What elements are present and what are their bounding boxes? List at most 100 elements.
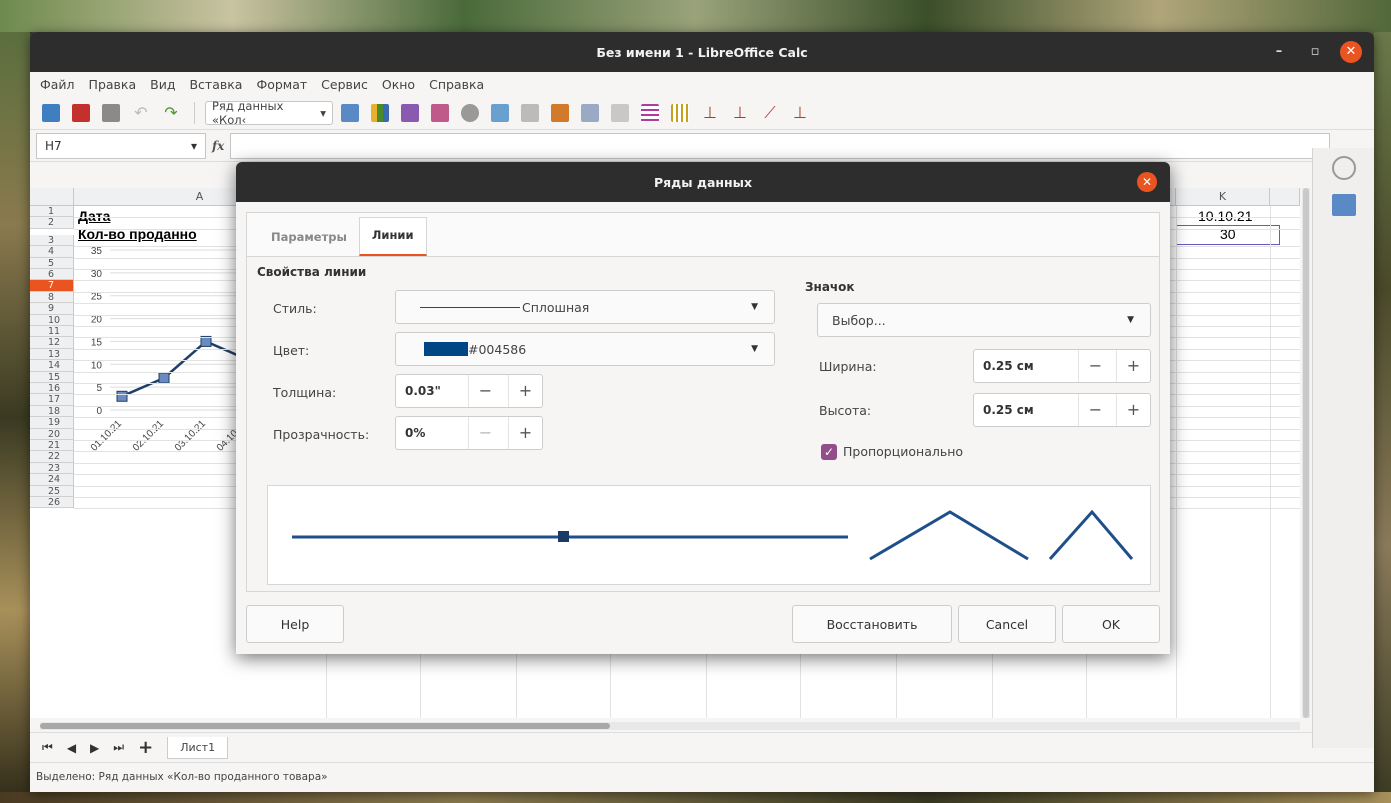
tab-options[interactable]: Параметры — [259, 220, 359, 256]
all-axes-icon[interactable]: ⊥ — [787, 100, 813, 126]
row-header[interactable]: 7 — [30, 280, 74, 292]
save-icon[interactable] — [38, 100, 64, 126]
menu-view[interactable]: Вид — [150, 77, 175, 92]
column-header-l[interactable] — [1270, 188, 1300, 206]
row-header[interactable]: 17 — [30, 394, 74, 406]
row-header[interactable]: 9 — [30, 303, 74, 315]
row-header[interactable]: 12 — [30, 337, 74, 349]
help-button[interactable]: Help — [246, 605, 344, 643]
sheet-tab[interactable]: Лист1 — [167, 736, 229, 759]
transparency-increment[interactable]: + — [508, 417, 542, 449]
menu-window[interactable]: Окно — [382, 77, 415, 92]
proportional-label[interactable]: Пропорционально — [843, 444, 963, 459]
dialog-titlebar[interactable]: Ряды данных ✕ — [236, 162, 1170, 202]
line-width-increment[interactable]: + — [508, 375, 542, 407]
ok-button[interactable]: OK — [1062, 605, 1160, 643]
z-axis-icon[interactable]: ⟋ — [757, 100, 783, 126]
icon-width-increment[interactable]: + — [1116, 350, 1150, 382]
row-header[interactable]: 6 — [30, 269, 74, 281]
transparency-value[interactable]: 0% — [396, 426, 425, 440]
row-header[interactable]: 8 — [30, 291, 74, 304]
cell-a1[interactable]: Дата — [78, 208, 110, 224]
row-header[interactable]: 11 — [30, 326, 74, 338]
data-point[interactable] — [158, 372, 170, 384]
line-width-decrement[interactable]: − — [468, 375, 502, 407]
x-axis-icon[interactable]: ⊥ — [697, 100, 723, 126]
icon-select-dropdown[interactable]: Выбор... ▼ — [817, 303, 1151, 337]
row-header[interactable]: 3 — [30, 234, 74, 247]
window-titlebar[interactable]: Без имени 1 - LibreOffice Calc – ▫ ✕ — [30, 32, 1374, 72]
row-header[interactable]: 10 — [30, 314, 74, 326]
chart-3d-icon[interactable] — [457, 100, 483, 126]
properties-icon[interactable] — [1332, 194, 1356, 216]
formula-input[interactable] — [230, 132, 1330, 159]
print-icon[interactable] — [98, 100, 124, 126]
vertical-scrollbar[interactable] — [1302, 188, 1310, 718]
row-header[interactable]: 24 — [30, 474, 74, 486]
icon-width-spinbox[interactable]: 0.25 см − + — [973, 349, 1151, 383]
menu-file[interactable]: Файл — [40, 77, 75, 92]
series-select[interactable]: Ряд данных «Кол‹ ▾ — [205, 99, 333, 127]
transparency-spinbox[interactable]: 0% − + — [395, 416, 543, 450]
cell-k1[interactable]: 10.10.21 — [1198, 208, 1253, 224]
y-axis-icon[interactable]: ⊥ — [727, 100, 753, 126]
name-box[interactable]: H7 ▾ — [36, 132, 206, 159]
cancel-button[interactable]: Cancel — [958, 605, 1056, 643]
select-all-corner[interactable] — [30, 188, 74, 206]
row-header[interactable]: 5 — [30, 257, 74, 269]
legend-icon[interactable] — [547, 100, 573, 126]
maximize-button[interactable]: ▫ — [1304, 41, 1326, 63]
data-point[interactable] — [116, 390, 128, 402]
row-header[interactable]: 15 — [30, 371, 74, 383]
next-sheet-icon[interactable]: ▶ — [90, 741, 99, 755]
row-header[interactable]: 20 — [30, 428, 74, 440]
tab-lines[interactable]: Линии — [358, 217, 427, 256]
icon-width-decrement[interactable]: − — [1078, 350, 1112, 382]
legend-on-off-icon[interactable] — [607, 100, 633, 126]
row-header[interactable]: 1 — [30, 206, 74, 218]
line-width-value[interactable]: 0.03" — [396, 384, 441, 398]
icon-width-value[interactable]: 0.25 см — [974, 359, 1034, 373]
prev-sheet-icon[interactable]: ◀ — [67, 741, 76, 755]
title-on-off-icon[interactable] — [577, 100, 603, 126]
gear-icon[interactable] — [1332, 156, 1356, 180]
menu-help[interactable]: Справка — [429, 77, 484, 92]
line-style-dropdown[interactable]: Сплошная ▼ — [395, 290, 775, 324]
row-header[interactable]: 19 — [30, 417, 74, 429]
row-header[interactable]: 25 — [30, 485, 74, 497]
chart-wall-icon[interactable] — [397, 100, 423, 126]
close-button[interactable]: ✕ — [1340, 41, 1362, 63]
format-selection-icon[interactable] — [337, 100, 363, 126]
icon-height-increment[interactable]: + — [1116, 394, 1150, 426]
chart-area-icon[interactable] — [517, 100, 543, 126]
redo-icon[interactable]: ↷ — [158, 100, 184, 126]
data-ranges-icon[interactable] — [487, 100, 513, 126]
row-header[interactable]: 18 — [30, 405, 74, 418]
function-wizard-icon[interactable]: fx — [212, 139, 224, 153]
chart-type-icon[interactable] — [367, 100, 393, 126]
dialog-close-button[interactable]: ✕ — [1137, 172, 1157, 192]
row-header[interactable]: 21 — [30, 440, 74, 452]
menu-format[interactable]: Формат — [256, 77, 307, 92]
menu-tools[interactable]: Сервис — [321, 77, 368, 92]
undo-icon[interactable]: ↶ — [128, 100, 154, 126]
column-header-k[interactable]: K — [1176, 188, 1270, 206]
proportional-checkbox[interactable]: ✓ — [821, 444, 837, 460]
icon-height-spinbox[interactable]: 0.25 см − + — [973, 393, 1151, 427]
last-sheet-icon[interactable]: ⏭ — [113, 740, 124, 755]
first-sheet-icon[interactable]: ⏮ — [42, 740, 53, 755]
row-header[interactable]: 14 — [30, 360, 74, 372]
horizontal-scrollbar[interactable] — [40, 722, 1300, 730]
menu-insert[interactable]: Вставка — [189, 77, 242, 92]
data-table-icon[interactable] — [427, 100, 453, 126]
row-header[interactable]: 22 — [30, 451, 74, 463]
row-header[interactable]: 2 — [30, 217, 74, 229]
icon-height-decrement[interactable]: − — [1078, 394, 1112, 426]
row-header[interactable]: 16 — [30, 383, 74, 395]
menu-edit[interactable]: Правка — [89, 77, 137, 92]
minimize-button[interactable]: – — [1268, 41, 1290, 63]
line-color-dropdown[interactable]: #004586 ▼ — [395, 332, 775, 366]
line-width-spinbox[interactable]: 0.03" − + — [395, 374, 543, 408]
add-sheet-icon[interactable]: + — [138, 737, 153, 758]
row-header[interactable]: 26 — [30, 497, 74, 509]
